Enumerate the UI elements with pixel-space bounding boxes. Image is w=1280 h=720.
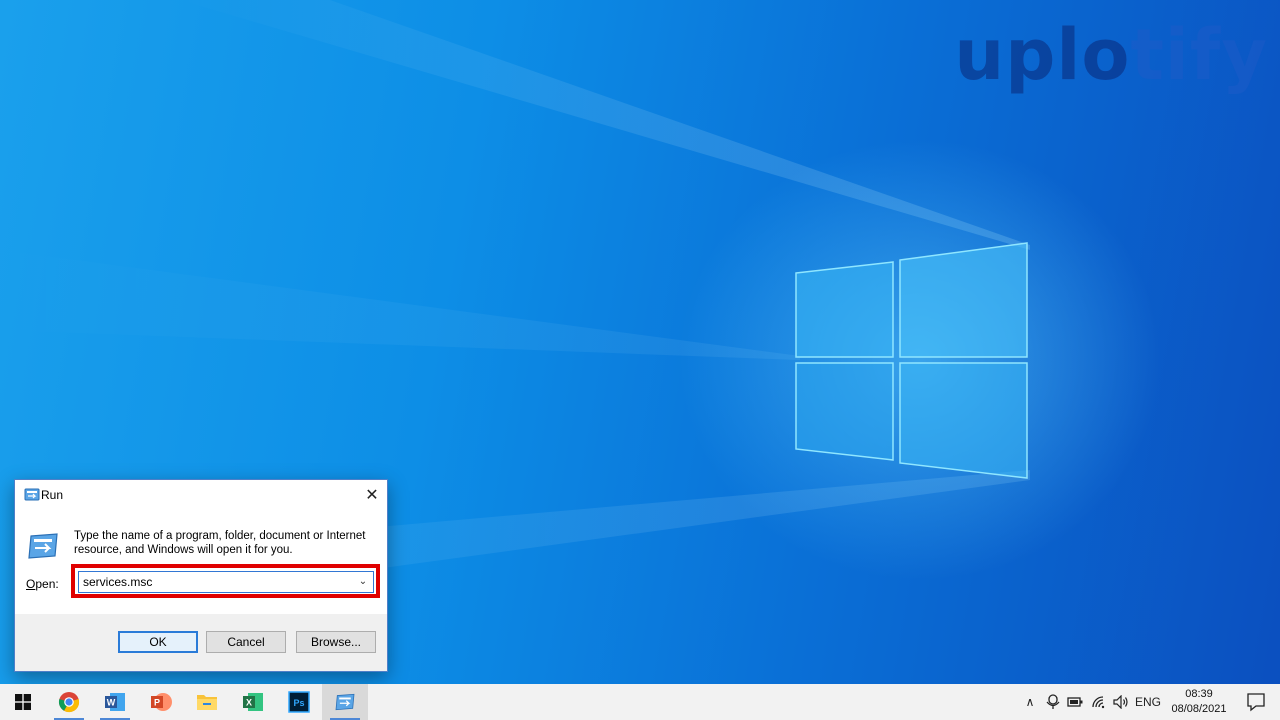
- tray-meet-now[interactable]: [1042, 684, 1064, 720]
- run-footer: OK Cancel Browse...: [15, 614, 387, 671]
- dialog-title: Run: [41, 488, 64, 502]
- wifi-icon: [1092, 696, 1105, 709]
- photoshop-icon: Ps: [288, 691, 310, 713]
- run-body: Type the name of a program, folder, docu…: [15, 510, 387, 614]
- battery-icon: [1067, 697, 1083, 707]
- svg-text:Ps: Ps: [293, 698, 304, 708]
- show-hidden-icons[interactable]: ∧: [1020, 684, 1040, 720]
- taskbar: W P X Ps ∧ ENG 08:39 08/08/2021: [0, 684, 1280, 720]
- clock-time: 08:39: [1185, 688, 1213, 700]
- run-program-icon: [28, 533, 58, 559]
- run-icon: [335, 693, 355, 711]
- windows-logo-icon: [15, 694, 31, 710]
- tray-battery[interactable]: [1064, 684, 1086, 720]
- cancel-button[interactable]: Cancel: [206, 631, 286, 653]
- meet-now-icon: [1046, 694, 1060, 709]
- svg-text:W: W: [107, 698, 116, 708]
- taskbar-chrome[interactable]: [46, 684, 92, 720]
- language-indicator: ENG: [1134, 695, 1161, 709]
- run-titlebar[interactable]: Run ✕: [15, 480, 387, 510]
- run-icon: [24, 488, 40, 501]
- chevron-up-icon: ∧: [1025, 695, 1035, 709]
- chrome-icon: [58, 692, 80, 713]
- folder-icon: [197, 695, 217, 710]
- taskbar-photoshop[interactable]: Ps: [276, 684, 322, 720]
- taskbar-run[interactable]: [322, 684, 368, 720]
- notification-icon[interactable]: [1246, 692, 1266, 712]
- open-input[interactable]: [79, 572, 349, 592]
- svg-text:X: X: [246, 698, 252, 708]
- start-button[interactable]: [0, 684, 46, 720]
- close-button[interactable]: ✕: [357, 480, 387, 510]
- open-label: Open:: [26, 577, 59, 591]
- taskbar-word[interactable]: W: [92, 684, 138, 720]
- run-description: Type the name of a program, folder, docu…: [74, 530, 366, 556]
- clock-date: 08/08/2021: [1171, 703, 1227, 715]
- browse-button[interactable]: Browse...: [296, 631, 376, 653]
- speaker-icon: [1113, 695, 1128, 709]
- svg-text:P: P: [154, 698, 160, 708]
- taskbar-powerpoint[interactable]: P: [138, 684, 184, 720]
- tray-network[interactable]: [1088, 684, 1110, 720]
- tray-volume[interactable]: [1110, 684, 1132, 720]
- taskbar-excel[interactable]: X: [230, 684, 276, 720]
- open-combobox[interactable]: ⌄: [78, 571, 374, 593]
- taskbar-file-explorer[interactable]: [184, 684, 230, 720]
- uplotify-watermark: uplotify: [954, 14, 1268, 96]
- chevron-down-icon[interactable]: ⌄: [355, 574, 371, 590]
- ok-button[interactable]: OK: [118, 631, 198, 653]
- word-icon: W: [105, 693, 125, 711]
- excel-icon: X: [243, 693, 263, 711]
- close-icon: ✕: [365, 487, 379, 504]
- tray-clock[interactable]: 08:39 08/08/2021: [1164, 687, 1234, 717]
- powerpoint-icon: P: [151, 693, 172, 711]
- run-dialog: Run ✕ Type the name of a program, folder…: [14, 479, 388, 672]
- tray-language[interactable]: ENG: [1134, 684, 1162, 720]
